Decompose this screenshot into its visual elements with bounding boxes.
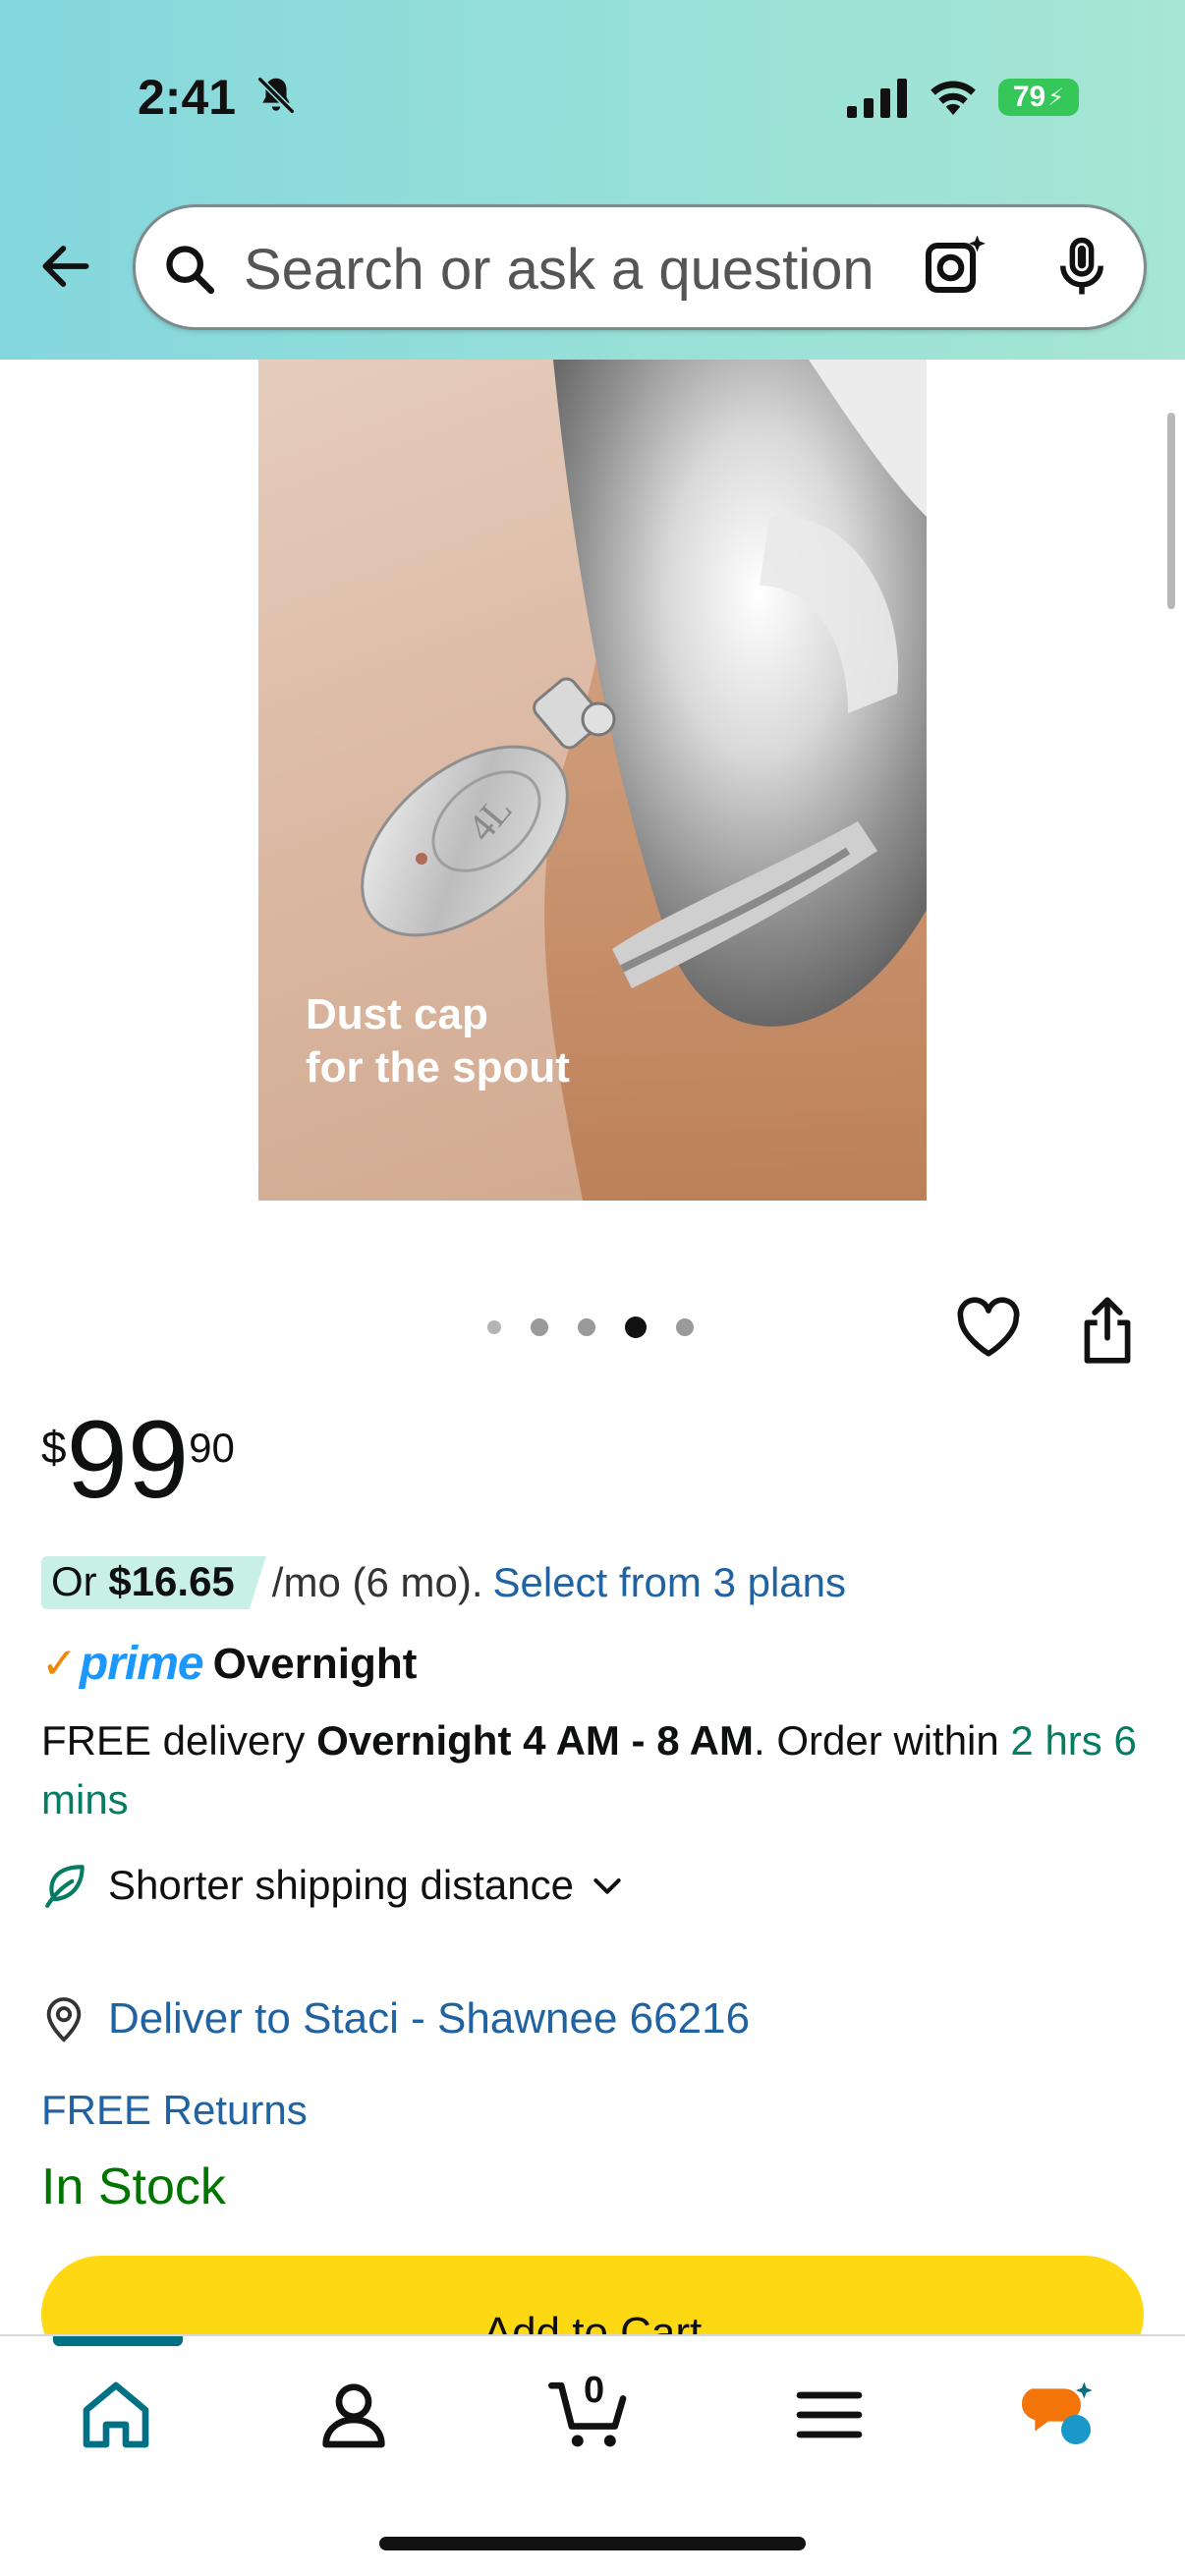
installment-amount: $16.65 [108,1558,235,1604]
bell-slash-icon [256,76,296,115]
price-fraction: 90 [189,1425,235,1471]
delivery-window: Overnight 4 AM - 8 AM [316,1717,754,1764]
search-icon [166,246,215,295]
delivery-text-2: . Order within [754,1717,999,1764]
back-arrow-icon[interactable] [35,236,96,297]
price-whole: 99 [66,1398,190,1521]
deliver-to-link[interactable]: Deliver to Staci - Shawnee 66216 [41,1994,750,2044]
carousel-dot[interactable] [487,1320,501,1334]
camera-lens-icon[interactable] [920,231,990,302]
carousel-dot[interactable] [531,1318,548,1336]
delivery-text-1: FREE delivery [41,1717,306,1764]
caption-line-1: Dust cap [306,990,488,1038]
share-icon[interactable] [1077,1295,1138,1366]
chevron-down-icon [593,1878,621,1894]
microphone-icon[interactable] [1049,233,1114,302]
header: 2:41 79 ⚡ Search or ask a question [0,0,1185,360]
price-symbol: $ [41,1422,67,1473]
installment-row: Or $16.65 /mo (6 mo). Select from 3 plan… [41,1556,847,1611]
location-pin-icon [46,1997,82,2043]
carousel-dot-active[interactable] [625,1316,647,1338]
prime-logo: prime [79,1638,204,1690]
home-indicator [379,2537,806,2550]
wifi-icon [931,81,976,115]
delivery-message: FREE delivery Overnight 4 AM - 8 AM. Ord… [41,1711,1152,1829]
caption-line-2: for the spout [306,1043,570,1092]
cart-count: 0 [584,2370,605,2411]
battery-level: 79 [1012,81,1046,113]
search-placeholder: Search or ask a question [244,238,875,302]
carousel-dot[interactable] [578,1318,595,1336]
nav-active-indicator [53,2336,183,2346]
leaf-icon [45,1865,85,1908]
scrollbar[interactable] [1167,413,1175,609]
battery-charging-icon: 79 ⚡ [998,79,1079,116]
rufus-icon[interactable] [1022,2376,1100,2454]
prime-overnight-label: Overnight [212,1639,418,1688]
installment-prefix: Or [51,1558,97,1604]
free-returns-link[interactable]: FREE Returns [41,2087,308,2134]
search-input[interactable]: Search or ask a question [133,204,1147,330]
status-time: 2:41 [138,70,237,125]
installment-plans-link[interactable]: Select from 3 plans [493,1559,847,1606]
menu-icon[interactable] [790,2376,869,2454]
carousel-dot[interactable] [676,1318,694,1336]
shorter-shipping-label: Shorter shipping distance [108,1862,574,1908]
cart-nav-item[interactable]: 0 [548,2370,633,2454]
account-icon[interactable] [314,2376,393,2454]
product-image[interactable]: 4L Dust cap for the spout [258,360,927,1201]
heart-icon[interactable] [955,1297,1022,1358]
bolt-icon: ⚡ [1047,84,1065,111]
prime-check-icon: ✓ [41,1640,78,1688]
installment-suffix: /mo (6 mo). [271,1559,483,1605]
cellular-signal-icon [847,79,907,118]
bottom-nav: 0 [0,2334,1185,2576]
prime-row: ✓ prime Overnight [41,1637,417,1691]
carousel-dots[interactable] [487,1316,694,1338]
image-caption: Dust cap for the spout [306,988,570,1094]
shorter-shipping-toggle[interactable]: Shorter shipping distance [41,1861,627,1910]
price: $ 99 90 [41,1405,235,1515]
stock-status: In Stock [41,2158,226,2215]
installment-pill: Or $16.65 [41,1556,266,1611]
deliver-to-label: Deliver to Staci - Shawnee 66216 [108,1994,751,2043]
home-icon[interactable] [77,2376,155,2454]
